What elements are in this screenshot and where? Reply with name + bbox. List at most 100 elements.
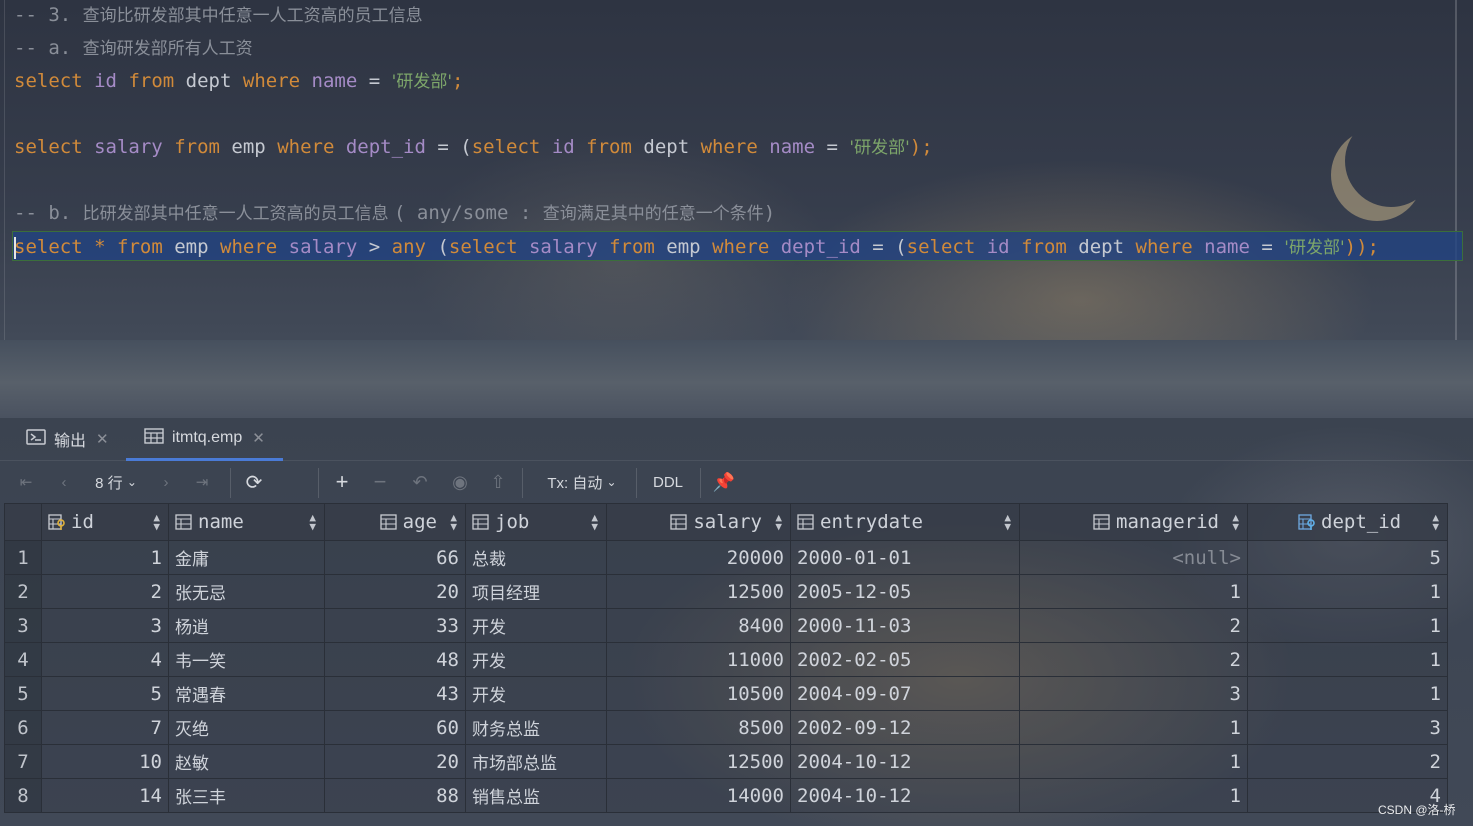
row-number[interactable]: 2 (4, 574, 42, 609)
view-changes-icon[interactable]: ◉ (448, 460, 472, 504)
add-row-icon[interactable]: + (330, 460, 354, 504)
column-header-name[interactable]: name ▲ ▼ (168, 503, 325, 541)
cell-salary[interactable]: 11000 (606, 642, 791, 677)
pin-icon[interactable]: 📌 (712, 460, 736, 504)
cell-id[interactable]: 14 (41, 778, 169, 813)
first-page-icon[interactable]: ⇤ (16, 460, 36, 504)
cell-managerid[interactable]: 1 (1019, 574, 1248, 609)
row-number[interactable]: 4 (4, 642, 42, 677)
cell-salary[interactable]: 10500 (606, 676, 791, 711)
cell-managerid[interactable]: 1 (1019, 744, 1248, 779)
next-page-icon[interactable]: › (156, 460, 176, 504)
column-header-id[interactable]: id ▲ ▼ (41, 503, 169, 541)
sort-icon[interactable]: ▲ ▼ (1432, 512, 1439, 532)
cell-age[interactable]: 88 (324, 778, 466, 813)
cell-age[interactable]: 43 (324, 676, 466, 711)
cell-name[interactable]: 赵敏 (168, 744, 325, 779)
cell-dept-id[interactable]: 1 (1247, 642, 1448, 677)
tab-output[interactable]: 输出 ✕ (26, 418, 109, 460)
cell-age[interactable]: 33 (324, 608, 466, 643)
row-number[interactable]: 3 (4, 608, 42, 643)
code-line-comment-a[interactable]: -- a. 查询研发部所有人工资 (14, 33, 253, 63)
code-line-query-a[interactable]: select id from dept where name = '研发部'; (14, 66, 463, 96)
close-icon[interactable]: ✕ (252, 429, 265, 447)
cell-entrydate[interactable]: 2004-10-12 (790, 778, 1020, 813)
delete-row-icon[interactable]: − (370, 460, 390, 504)
table-row[interactable]: 2 2 张无忌 20 项目经理 12500 2005-12-05 1 1 (4, 574, 1448, 609)
cell-dept-id[interactable]: 1 (1247, 676, 1448, 711)
cell-age[interactable]: 60 (324, 710, 466, 745)
cell-managerid[interactable]: 2 (1019, 608, 1248, 643)
table-row[interactable]: 5 5 常遇春 43 开发 10500 2004-09-07 3 1 (4, 676, 1448, 711)
cell-salary[interactable]: 12500 (606, 744, 791, 779)
cell-entrydate[interactable]: 2004-10-12 (790, 744, 1020, 779)
cell-name[interactable]: 韦一笑 (168, 642, 325, 677)
cell-salary[interactable]: 14000 (606, 778, 791, 813)
sql-editor[interactable]: -- 3. 查询比研发部其中任意一人工资高的员工信息 -- a. 查询研发部所有… (0, 0, 1473, 340)
cell-managerid[interactable]: 3 (1019, 676, 1248, 711)
row-number[interactable]: 7 (4, 744, 42, 779)
column-header-dept-id[interactable]: dept_id ▲ ▼ (1247, 503, 1448, 541)
cell-salary[interactable]: 20000 (606, 540, 791, 575)
cell-name[interactable]: 金庸 (168, 540, 325, 575)
cell-entrydate[interactable]: 2002-09-12 (790, 710, 1020, 745)
row-number[interactable]: 8 (4, 778, 42, 813)
sort-icon[interactable]: ▲ ▼ (1004, 512, 1011, 532)
column-header-job[interactable]: job ▲ ▼ (465, 503, 607, 541)
cell-id[interactable]: 4 (41, 642, 169, 677)
row-count-dropdown[interactable]: 8 行 ⌄ (90, 460, 142, 504)
ddl-button[interactable]: DDL (648, 460, 688, 504)
cell-entrydate[interactable]: 2004-09-07 (790, 676, 1020, 711)
cell-name[interactable]: 杨逍 (168, 608, 325, 643)
row-number[interactable]: 5 (4, 676, 42, 711)
sort-icon[interactable]: ▲ ▼ (1232, 512, 1239, 532)
cell-job[interactable]: 开发 (465, 676, 607, 711)
cell-job[interactable]: 开发 (465, 642, 607, 677)
cell-name[interactable]: 张无忌 (168, 574, 325, 609)
column-header-entrydate[interactable]: entrydate ▲ ▼ (790, 503, 1020, 541)
row-number[interactable]: 1 (4, 540, 42, 575)
cell-age[interactable]: 20 (324, 574, 466, 609)
code-line-comment-3[interactable]: -- 3. 查询比研发部其中任意一人工资高的员工信息 (14, 0, 423, 30)
revert-icon[interactable]: ↶ (408, 460, 432, 504)
cell-name[interactable]: 常遇春 (168, 676, 325, 711)
cell-id[interactable]: 5 (41, 676, 169, 711)
table-row[interactable]: 6 7 灭绝 60 财务总监 8500 2002-09-12 1 3 (4, 710, 1448, 745)
cell-entrydate[interactable]: 2000-01-01 (790, 540, 1020, 575)
transaction-mode-dropdown[interactable]: Tx: 自动 ⌄ (540, 460, 624, 504)
code-line-query-salary[interactable]: select salary from emp where dept_id = (… (14, 132, 933, 162)
table-row[interactable]: 8 14 张三丰 88 销售总监 14000 2004-10-12 1 4 (4, 778, 1448, 813)
cell-id[interactable]: 7 (41, 710, 169, 745)
close-icon[interactable]: ✕ (96, 430, 109, 448)
table-row[interactable]: 7 10 赵敏 20 市场部总监 12500 2004-10-12 1 2 (4, 744, 1448, 779)
sort-icon[interactable]: ▲ ▼ (775, 512, 782, 532)
cell-dept-id[interactable]: 1 (1247, 574, 1448, 609)
cell-managerid[interactable]: 1 (1019, 710, 1248, 745)
cell-id[interactable]: 10 (41, 744, 169, 779)
cell-salary[interactable]: 8400 (606, 608, 791, 643)
table-row[interactable]: 3 3 杨逍 33 开发 8400 2000-11-03 2 1 (4, 608, 1448, 643)
previous-page-icon[interactable]: ‹ (54, 460, 74, 504)
code-line-comment-b[interactable]: -- b. 比研发部其中任意一人工资高的员工信息 ( any/some : 查询… (14, 198, 775, 228)
sort-icon[interactable]: ▲ ▼ (591, 512, 598, 532)
cell-salary[interactable]: 12500 (606, 574, 791, 609)
table-row[interactable]: 4 4 韦一笑 48 开发 11000 2002-02-05 2 1 (4, 642, 1448, 677)
refresh-icon[interactable]: ⟳ (242, 460, 266, 504)
cell-id[interactable]: 3 (41, 608, 169, 643)
row-number[interactable]: 6 (4, 710, 42, 745)
sort-icon[interactable]: ▲ ▼ (153, 512, 160, 532)
cell-job[interactable]: 总裁 (465, 540, 607, 575)
cell-dept-id[interactable]: 1 (1247, 608, 1448, 643)
cell-name[interactable]: 灭绝 (168, 710, 325, 745)
cell-dept-id[interactable]: 2 (1247, 744, 1448, 779)
cell-salary[interactable]: 8500 (606, 710, 791, 745)
column-header-managerid[interactable]: managerid ▲ ▼ (1019, 503, 1248, 541)
cell-id[interactable]: 2 (41, 574, 169, 609)
cell-managerid[interactable]: <null> (1019, 540, 1248, 575)
cell-dept-id[interactable]: 3 (1247, 710, 1448, 745)
column-header-salary[interactable]: salary ▲ ▼ (606, 503, 791, 541)
splitter-band[interactable] (0, 340, 1473, 418)
cell-job[interactable]: 市场部总监 (465, 744, 607, 779)
result-grid[interactable]: id ▲ ▼ name ▲ ▼ age ▲ ▼ job ▲ ▼ salary ▲ ▼ entryda… (4, 503, 1448, 813)
cell-entrydate[interactable]: 2002-02-05 (790, 642, 1020, 677)
